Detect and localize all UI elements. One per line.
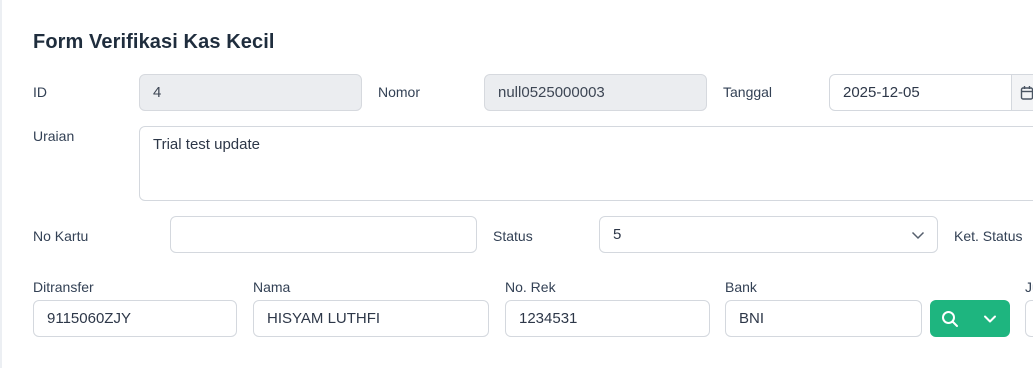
search-icon <box>942 310 958 327</box>
bank-field[interactable]: BNI <box>725 300 922 337</box>
tanggal-value: 2025-12-05 <box>843 84 920 101</box>
ditransfer-label: Ditransfer <box>33 279 94 295</box>
tanggal-field[interactable]: 2025-12-05 <box>829 74 1033 111</box>
chevron-down-icon <box>911 231 925 240</box>
dropdown-part[interactable] <box>970 300 1010 337</box>
uraian-textarea[interactable]: Trial test update <box>139 126 1033 201</box>
calendar-button[interactable] <box>1011 75 1033 110</box>
page-title: Form Verifikasi Kas Kecil <box>33 31 275 53</box>
left-edge-divider <box>0 0 2 368</box>
ket-status-label: Ket. Status <box>954 228 1023 244</box>
no-kartu-label: No Kartu <box>33 228 89 244</box>
bank-search-button[interactable] <box>930 300 1010 337</box>
nomor-label: Nomor <box>378 84 421 100</box>
calendar-icon <box>1020 85 1033 100</box>
search-part[interactable] <box>930 300 970 337</box>
nama-label: Nama <box>253 279 291 295</box>
cutoff-field[interactable] <box>1025 300 1033 337</box>
bank-label: Bank <box>725 279 757 295</box>
status-value: 5 <box>613 226 622 243</box>
tanggal-label: Tanggal <box>723 84 773 100</box>
ditransfer-field[interactable]: 9115060ZJY <box>33 300 237 337</box>
no-rek-field[interactable]: 1234531 <box>505 300 710 337</box>
nomor-field[interactable]: null0525000003 <box>484 74 707 111</box>
status-select[interactable]: 5 <box>599 216 938 253</box>
uraian-label: Uraian <box>33 128 75 144</box>
cutoff-label: Ju <box>1025 279 1033 295</box>
no-kartu-field[interactable] <box>170 216 477 253</box>
id-label: ID <box>33 84 47 100</box>
no-rek-label: No. Rek <box>505 279 556 295</box>
id-field[interactable]: 4 <box>139 74 362 111</box>
chevron-down-icon <box>984 315 996 322</box>
status-label: Status <box>493 228 533 244</box>
nama-field[interactable]: HISYAM LUTHFI <box>253 300 489 337</box>
